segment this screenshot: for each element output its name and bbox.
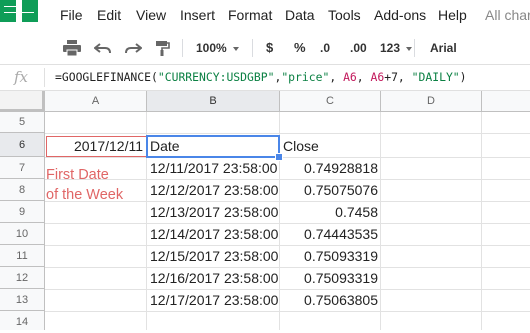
column-header-d[interactable]: D <box>381 91 482 112</box>
menu-data[interactable]: Data <box>285 7 315 23</box>
toolbar-divider <box>182 39 183 57</box>
more-formats-label: 123 <box>380 41 401 55</box>
note-line-2: of the Week <box>46 187 124 203</box>
redo-icon[interactable] <box>124 32 142 64</box>
menu-edit[interactable]: Edit <box>97 7 121 23</box>
column-header-b[interactable]: B <box>147 91 280 112</box>
annotation-note: First Date of the Week <box>46 165 123 205</box>
cell-c6[interactable]: Close <box>280 136 381 157</box>
row-header-9[interactable]: 9 <box>0 201 45 223</box>
menu-format[interactable]: Format <box>228 7 272 23</box>
formula-bar: fx =GOOGLEFINANCE("CURRENCY:USDGBP","pri… <box>0 65 530 91</box>
cell-c10[interactable]: 0.74443535 <box>280 224 381 245</box>
row-header-5[interactable]: 5 <box>0 112 45 133</box>
percent-format-button[interactable]: % <box>294 32 306 64</box>
paint-format-icon[interactable] <box>155 32 171 64</box>
column-header-a[interactable]: A <box>45 91 147 112</box>
active-cell-selection <box>146 135 280 158</box>
cell-b8[interactable]: 12/12/2017 23:58:00 <box>147 180 280 201</box>
menu-file[interactable]: File <box>60 7 83 23</box>
cell-c11[interactable]: 0.75093319 <box>280 246 381 267</box>
column-header-c[interactable]: C <box>280 91 381 112</box>
menu-help[interactable]: Help <box>438 7 467 23</box>
formula-input[interactable]: =GOOGLEFINANCE("CURRENCY:USDGBP","price"… <box>55 70 467 84</box>
cell-b7[interactable]: 12/11/2017 23:58:00 <box>147 158 280 179</box>
toolbar: 100% $ % .0 .00 123 Arial <box>0 32 530 65</box>
sheets-logo-icon[interactable] <box>0 0 38 22</box>
formula-function: =GOOGLEFINANCE( <box>55 70 158 84</box>
row-header-12[interactable]: 12 <box>0 267 45 289</box>
select-all-corner[interactable] <box>0 91 45 112</box>
print-icon[interactable] <box>63 32 81 64</box>
formula-arg-attribute: "price" <box>281 70 330 84</box>
currency-format-button[interactable]: $ <box>266 32 273 64</box>
formula-ref-end: A6 <box>370 70 385 84</box>
fx-icon: fx <box>14 68 29 86</box>
cell-b10[interactable]: 12/14/2017 23:58:00 <box>147 224 280 245</box>
cell-b11[interactable]: 12/15/2017 23:58:00 <box>147 246 280 267</box>
row-header-7[interactable]: 7 <box>0 157 45 179</box>
cell-c9[interactable]: 0.7458 <box>280 202 381 223</box>
toolbar-divider <box>252 39 253 57</box>
cell-a6[interactable]: 2017/12/11 <box>46 136 147 157</box>
gridline <box>45 133 530 134</box>
row-header-10[interactable]: 10 <box>0 223 45 245</box>
font-select[interactable]: Arial <box>430 32 457 64</box>
cell-c8[interactable]: 0.75075076 <box>280 180 381 201</box>
formula-plus: +7, <box>384 70 412 84</box>
save-status: All char <box>485 7 530 23</box>
note-line-1: First Date <box>46 167 109 183</box>
menu-insert[interactable]: Insert <box>180 7 215 23</box>
decrease-decimals-button[interactable]: .0 <box>320 32 330 64</box>
cell-b13[interactable]: 12/17/2017 23:58:00 <box>147 290 280 311</box>
row-header-14[interactable]: 14 <box>0 311 45 330</box>
menu-tools[interactable]: Tools <box>328 7 361 23</box>
increase-decimals-button[interactable]: .00 <box>350 32 367 64</box>
cell-b9[interactable]: 12/13/2017 23:58:00 <box>147 202 280 223</box>
chevron-down-icon <box>232 46 239 51</box>
zoom-select[interactable]: 100% <box>196 32 239 64</box>
more-formats-select[interactable]: 123 <box>380 32 413 64</box>
cell-c13[interactable]: 0.75063805 <box>280 290 381 311</box>
row-header-13[interactable]: 13 <box>0 289 45 311</box>
formula-close-paren: ) <box>459 70 467 84</box>
row-header-8[interactable]: 8 <box>0 179 45 201</box>
chevron-down-icon <box>406 46 413 51</box>
menu-view[interactable]: View <box>136 7 166 23</box>
menu-bar: File Edit View Insert Format Data Tools … <box>0 0 530 32</box>
formula-arg-ticker: "CURRENCY:USDGBP" <box>157 70 275 84</box>
formula-ref-start: A6 <box>343 70 357 84</box>
toolbar-divider <box>414 39 415 57</box>
undo-icon[interactable] <box>94 32 112 64</box>
spreadsheet-grid: A B C D 5 6 7 8 9 10 11 12 13 14 2017/12… <box>0 91 530 330</box>
row-header-6[interactable]: 6 <box>0 133 45 157</box>
fill-handle[interactable] <box>275 153 283 161</box>
row-header-11[interactable]: 11 <box>0 245 45 267</box>
zoom-value: 100% <box>196 41 227 55</box>
formula-divider <box>44 68 45 87</box>
gridline <box>481 112 482 330</box>
cell-c7[interactable]: 0.74928818 <box>280 158 381 179</box>
cell-b12[interactable]: 12/16/2017 23:58:00 <box>147 268 280 289</box>
column-header-e[interactable] <box>482 91 530 112</box>
gridline <box>45 311 530 312</box>
formula-comma: , <box>329 70 344 84</box>
formula-arg-interval: "DAILY" <box>411 70 460 84</box>
formula-comma: , <box>356 70 371 84</box>
menu-addons[interactable]: Add-ons <box>374 7 426 23</box>
cell-c12[interactable]: 0.75093319 <box>280 268 381 289</box>
